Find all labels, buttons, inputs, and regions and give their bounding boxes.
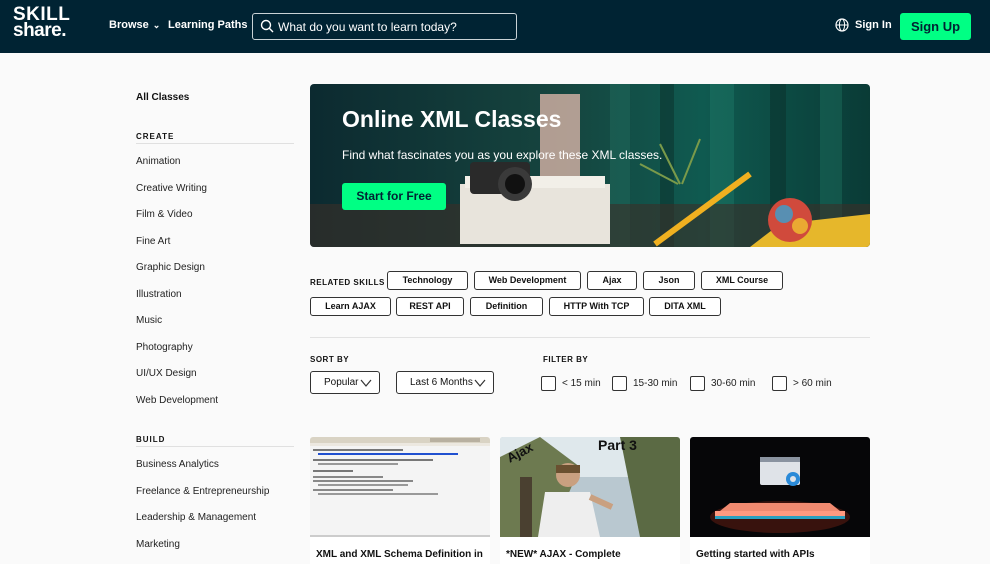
skill-chip[interactable]: Json [643, 271, 695, 290]
filter-option-label: > 60 min [793, 378, 832, 389]
filter-checkbox[interactable] [772, 376, 787, 391]
hero-banner: Online XML Classes Find what fascinates … [310, 84, 870, 247]
sidebar-item[interactable]: Graphic Design [136, 262, 205, 273]
sidebar-item[interactable]: Music [136, 315, 162, 326]
filter-option-label: 15-30 min [633, 378, 678, 389]
sidebar-item[interactable]: Marketing [136, 539, 180, 550]
sort-by-label: SORT BY [310, 355, 350, 364]
hero-subtitle: Find what fascinates you as you explore … [342, 148, 663, 162]
browse-menu[interactable]: Browse ⌄ [109, 19, 160, 31]
sidebar-all-classes[interactable]: All Classes [136, 92, 189, 103]
class-card[interactable]: Ajax Part 3 *NEW* AJAX - Complete [500, 437, 680, 564]
skill-chip[interactable]: XML Course [701, 271, 783, 290]
filter-checkbox[interactable] [541, 376, 556, 391]
skill-chip[interactable]: Web Development [474, 271, 581, 290]
sign-in-link[interactable]: Sign In [855, 19, 892, 31]
sidebar-item[interactable]: Web Development [136, 395, 218, 406]
laptop-thumbnail [690, 437, 870, 537]
sidebar-item[interactable]: Illustration [136, 289, 182, 300]
skill-chip[interactable]: DITA XML [649, 297, 721, 316]
sort-value: Popular [324, 377, 359, 388]
time-range-value: Last 6 Months [410, 377, 473, 388]
browse-label: Browse [109, 19, 149, 31]
sidebar-divider [136, 446, 294, 447]
class-title: Getting started with APIs [696, 549, 815, 560]
chevron-down-icon [360, 379, 372, 387]
section-divider [310, 337, 870, 338]
xml-editor-thumbnail [310, 437, 490, 537]
class-card[interactable]: Getting started with APIs [690, 437, 870, 564]
skill-chip[interactable]: REST API [396, 297, 464, 316]
sign-up-button[interactable]: Sign Up [900, 13, 971, 40]
sidebar-item[interactable]: Business Analytics [136, 459, 219, 470]
sidebar-item[interactable]: Fine Art [136, 236, 170, 247]
skill-chip[interactable]: Ajax [587, 271, 637, 290]
skill-chip[interactable]: Definition [470, 297, 543, 316]
sidebar-item[interactable]: UI/UX Design [136, 368, 197, 379]
learning-paths-link[interactable]: Learning Paths [168, 19, 247, 31]
thumbnail-text: Part 3 [598, 437, 637, 453]
class-thumbnail: Ajax Part 3 [500, 437, 680, 537]
sidebar-item[interactable]: Film & Video [136, 209, 193, 220]
filter-by-label: FILTER BY [543, 355, 589, 364]
sidebar-heading-create: CREATE [136, 132, 175, 141]
skill-chip[interactable]: HTTP With TCP [549, 297, 644, 316]
logo-line-2: share. [13, 20, 66, 41]
skill-chip[interactable]: Technology [387, 271, 468, 290]
search-input[interactable] [278, 17, 512, 37]
filter-checkbox[interactable] [690, 376, 705, 391]
sidebar-heading-build: BUILD [136, 435, 166, 444]
skill-chip[interactable]: Learn AJAX [310, 297, 391, 316]
filter-checkbox[interactable] [612, 376, 627, 391]
sort-dropdown[interactable]: Popular [310, 371, 380, 394]
sidebar-item[interactable]: Animation [136, 156, 180, 167]
top-nav: SKILL share. Browse⌄ Learning Paths Sign… [0, 0, 990, 53]
start-for-free-button[interactable]: Start for Free [342, 183, 446, 210]
sidebar-item[interactable]: Leadership & Management [136, 512, 256, 523]
search-box[interactable] [252, 13, 517, 40]
filter-option-label: 30-60 min [711, 378, 756, 389]
search-icon [260, 19, 274, 33]
sidebar-item[interactable]: Freelance & Entrepreneurship [136, 486, 269, 497]
class-title: *NEW* AJAX - Complete [506, 549, 621, 560]
sidebar-item[interactable]: Creative Writing [136, 183, 207, 194]
skillshare-logo[interactable]: SKILL share. [13, 5, 85, 41]
class-thumbnail [690, 437, 870, 537]
filter-option-label: < 15 min [562, 378, 601, 389]
class-title: XML and XML Schema Definition in [316, 549, 483, 560]
related-skills-label: RELATED SKILLS [310, 278, 385, 287]
sidebar-item[interactable]: Photography [136, 342, 193, 353]
page-title: Online XML Classes [342, 106, 562, 132]
globe-icon[interactable] [835, 18, 849, 32]
sidebar-divider [136, 143, 294, 144]
class-card[interactable]: XML and XML Schema Definition in [310, 437, 490, 564]
class-thumbnail [310, 437, 490, 537]
time-range-dropdown[interactable]: Last 6 Months [396, 371, 494, 394]
chevron-down-icon [474, 379, 486, 387]
chevron-down-icon: ⌄ [152, 20, 161, 30]
